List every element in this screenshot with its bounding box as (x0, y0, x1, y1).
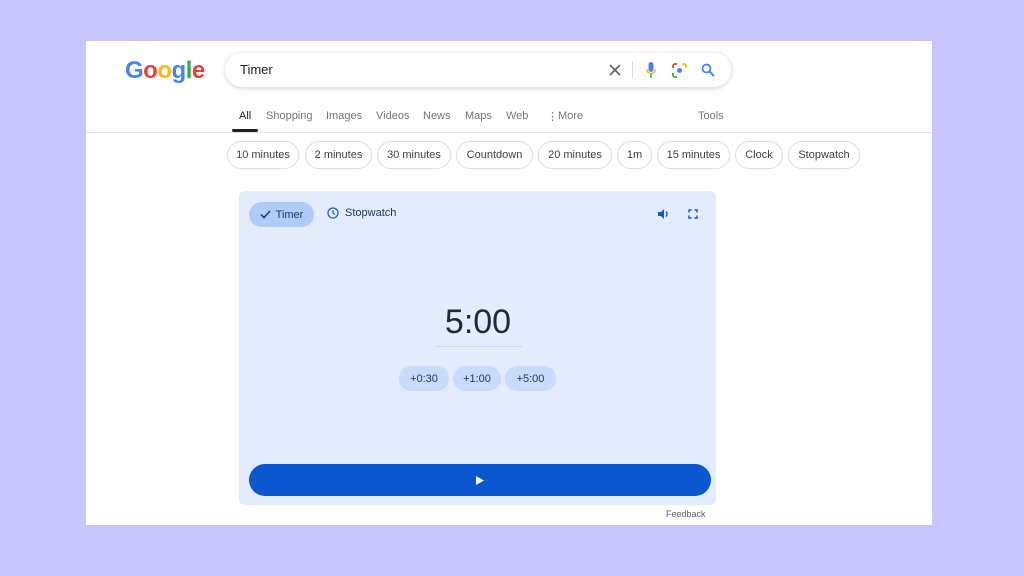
chip-countdown[interactable]: Countdown (456, 141, 533, 169)
timer-widget (239, 191, 716, 505)
search-input[interactable]: Timer (240, 62, 273, 77)
chip-2-minutes[interactable]: 2 minutes (305, 141, 372, 169)
chip-1m[interactable]: 1m (617, 141, 652, 169)
microphone-icon[interactable] (645, 62, 657, 79)
check-icon (260, 210, 271, 219)
tab-all[interactable]: All (239, 110, 251, 122)
search-box[interactable]: Timer (225, 53, 731, 87)
chip-20-minutes[interactable]: 20 minutes (538, 141, 612, 169)
divider (632, 61, 633, 79)
play-icon (476, 475, 484, 485)
stopwatch-tab-label: Stopwatch (345, 207, 397, 219)
add-5-minutes-button[interactable]: +5:00 (505, 366, 556, 391)
more-menu-icon[interactable]: ⋮ (547, 110, 558, 123)
tab-news[interactable]: News (423, 110, 451, 122)
feedback-link[interactable]: Feedback (666, 509, 706, 519)
timer-tab-label: Timer (275, 208, 304, 221)
chip-15-minutes[interactable]: 15 minutes (657, 141, 730, 169)
chip-stopwatch[interactable]: Stopwatch (788, 141, 860, 169)
chip-10-minutes[interactable]: 10 minutes (227, 141, 299, 169)
tab-images[interactable]: Images (326, 110, 362, 122)
start-button[interactable] (249, 464, 711, 496)
tab-web[interactable]: Web (506, 110, 528, 122)
tab-more[interactable]: More (558, 110, 583, 122)
sound-icon[interactable] (657, 208, 670, 220)
tabs-divider (86, 132, 932, 133)
timer-tab[interactable]: Timer (249, 202, 314, 227)
lens-icon[interactable] (672, 63, 687, 78)
fullscreen-icon[interactable] (688, 209, 698, 219)
chip-30-minutes[interactable]: 30 minutes (377, 141, 451, 169)
timer-display[interactable]: 5:00 (378, 303, 578, 342)
tools-button[interactable]: Tools (698, 110, 724, 122)
tab-videos[interactable]: Videos (376, 110, 409, 122)
chip-clock[interactable]: Clock (735, 141, 783, 169)
clock-icon (327, 207, 339, 219)
add-1-minute-button[interactable]: +1:00 (453, 366, 501, 391)
google-logo[interactable]: Google (125, 57, 205, 85)
search-icon[interactable] (701, 63, 715, 77)
tab-shopping[interactable]: Shopping (266, 110, 313, 122)
clear-icon[interactable] (609, 64, 621, 76)
add-30-seconds-button[interactable]: +0:30 (399, 366, 449, 391)
stopwatch-tab[interactable]: Stopwatch (327, 207, 396, 219)
tab-maps[interactable]: Maps (465, 110, 492, 122)
timer-underline (435, 346, 522, 347)
